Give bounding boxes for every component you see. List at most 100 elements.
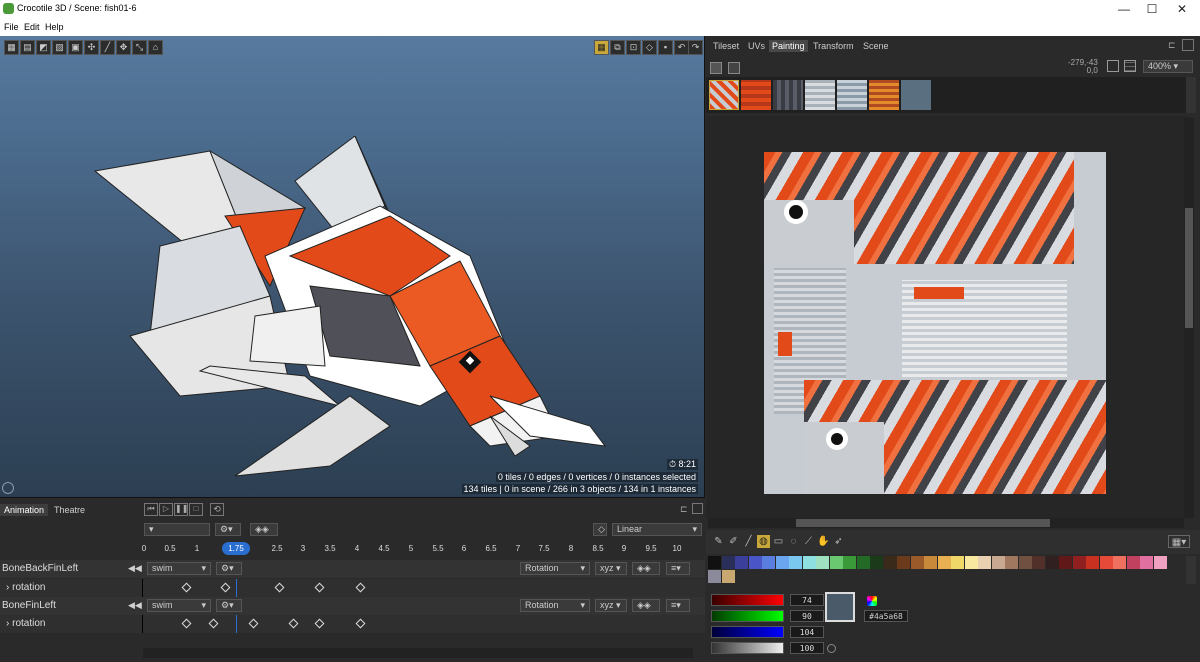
maximize-button[interactable]: ☐ — [1138, 0, 1166, 18]
tileset-thumb-1[interactable] — [709, 80, 739, 110]
track-keyframe-icon-1[interactable]: ◈◈ — [632, 562, 660, 575]
tileset-strip[interactable] — [706, 77, 1186, 113]
palette-swatch[interactable] — [708, 570, 721, 583]
draw-tile-icon[interactable]: ▤ — [20, 40, 35, 55]
palette-scrollbar[interactable] — [1186, 556, 1196, 584]
minimize-button[interactable]: — — [1110, 0, 1138, 18]
track-settings-icon-2[interactable]: ⚙▾ — [216, 599, 242, 612]
track-keyframe-icon-2[interactable]: ◈◈ — [632, 599, 660, 612]
loop-icon[interactable]: ⟲ — [210, 503, 224, 516]
vertex-icon[interactable]: ✣ — [84, 40, 99, 55]
anim-settings-icon[interactable]: ⚙▾ — [215, 523, 241, 536]
palette-swatch[interactable] — [910, 556, 924, 569]
green-slider[interactable] — [711, 610, 784, 622]
viewport-3d[interactable]: ▦ ▤ ◩ ▨ ▣ ✣ ╱ ✥ ⤡ ⌂ ▦ ⧉ ⊡ ◇ ▪ ↶ ↷ ⏱ 8:21… — [0, 36, 705, 497]
fill-icon[interactable]: ▨ — [52, 40, 67, 55]
track-axis-select-1[interactable]: xyz ▾ — [595, 562, 627, 575]
koi-fish-model[interactable] — [90, 136, 610, 486]
palette-swatch[interactable] — [897, 556, 910, 569]
palette-swatch[interactable] — [748, 556, 762, 569]
tileset-thumb-6[interactable] — [869, 80, 899, 110]
palette-swatch[interactable] — [991, 556, 1005, 569]
palette-swatch[interactable] — [856, 556, 870, 569]
tab-tileset[interactable]: Tileset — [710, 40, 742, 52]
palette-swatch[interactable] — [1005, 556, 1018, 569]
select-tiles-icon[interactable]: ▦ — [4, 40, 19, 55]
palette-swatch[interactable] — [1099, 556, 1113, 569]
undock-icon[interactable]: ⊏ — [1168, 40, 1176, 51]
palette-swatch[interactable] — [829, 556, 843, 569]
timeline-hscroll[interactable] — [143, 648, 693, 658]
pause-icon[interactable]: ❚❚ — [174, 503, 188, 516]
axis-gizmo-icon[interactable] — [2, 482, 14, 494]
color-wheel-icon[interactable] — [867, 596, 877, 606]
track-menu-icon-1[interactable]: ≡▾ — [666, 562, 690, 575]
alpha-value[interactable]: 100 — [790, 642, 824, 654]
palette-swatch[interactable] — [870, 556, 883, 569]
grid-icon[interactable] — [1124, 60, 1136, 72]
palette-swatch[interactable] — [1113, 556, 1126, 569]
palette-swatch[interactable] — [951, 556, 964, 569]
palette-swatch[interactable] — [775, 556, 789, 569]
hex-input[interactable]: #4a5a68 — [864, 610, 908, 622]
lasso-icon[interactable]: ◌ — [787, 535, 800, 548]
grid-toggle-icon[interactable]: ▦ — [594, 40, 609, 55]
palette-swatch[interactable] — [937, 556, 951, 569]
palette-swatch[interactable] — [1086, 556, 1099, 569]
tab-painting[interactable]: Painting — [769, 40, 808, 52]
track-anim-select-1[interactable]: swim ▾ — [147, 562, 211, 575]
zoom-select[interactable]: 400% ▾ — [1143, 60, 1193, 73]
playhead-time[interactable]: 1.75 — [222, 542, 250, 555]
cursor-icon[interactable]: ➶ — [832, 535, 845, 548]
edge-icon[interactable]: ╱ — [100, 40, 115, 55]
alpha-lock-icon[interactable] — [827, 644, 836, 653]
palette-swatch[interactable] — [1126, 556, 1140, 569]
palette-swatch[interactable] — [802, 556, 816, 569]
track-anim-select-2[interactable]: swim ▾ — [147, 599, 211, 612]
palette-swatch[interactable] — [1032, 556, 1045, 569]
prefab-icon[interactable]: ⌂ — [148, 40, 163, 55]
palette-menu-icon[interactable]: ▦▾ — [1168, 535, 1190, 548]
palette-swatch[interactable] — [964, 556, 978, 569]
palette-swatch[interactable] — [978, 556, 991, 569]
play-icon[interactable]: ▷ — [159, 503, 173, 516]
canvas-hscroll[interactable] — [708, 518, 1184, 528]
mute-icon-2[interactable]: ◀◀ — [128, 600, 142, 611]
tileset-thumb-4[interactable] — [805, 80, 835, 110]
tileset-thumb-3[interactable] — [773, 80, 803, 110]
anim-maximize-icon[interactable] — [692, 503, 703, 514]
palette-swatch[interactable] — [924, 556, 937, 569]
perspective-icon[interactable]: ◇ — [642, 40, 657, 55]
track-mode-select-1[interactable]: Rotation ▾ — [520, 562, 590, 575]
palette-swatch[interactable] — [762, 556, 775, 569]
alpha-slider[interactable] — [711, 642, 784, 654]
palette-swatch[interactable] — [789, 556, 802, 569]
blue-slider[interactable] — [711, 626, 784, 638]
redo-icon[interactable]: ↷ — [688, 40, 703, 55]
palette-swatch[interactable] — [1059, 556, 1072, 569]
menu-edit[interactable]: Edit — [24, 22, 40, 32]
interpolation-select[interactable]: Linear ▾ — [612, 523, 702, 536]
tileset-thumb-5[interactable] — [837, 80, 867, 110]
tileset-thumb-7[interactable] — [901, 80, 931, 110]
palette-swatch[interactable] — [1018, 556, 1032, 569]
track-settings-icon-1[interactable]: ⚙▾ — [216, 562, 242, 575]
canvas-vscroll[interactable] — [1184, 118, 1194, 518]
tileset-image-icon[interactable] — [710, 62, 722, 74]
green-value[interactable]: 90 — [790, 610, 824, 622]
close-button[interactable]: ✕ — [1168, 0, 1196, 18]
eyedropper-icon[interactable]: ⟋ — [802, 535, 815, 548]
tab-animation[interactable]: Animation — [0, 504, 49, 516]
palette-swatch[interactable] — [721, 556, 735, 569]
palette-swatch[interactable] — [721, 570, 735, 583]
mute-icon[interactable]: ◀◀ — [128, 563, 142, 574]
animation-select[interactable]: ▾ — [144, 523, 210, 536]
move-icon[interactable]: ✥ — [116, 40, 131, 55]
brush-icon[interactable]: ✐ — [727, 535, 740, 548]
box-icon[interactable]: ▣ — [68, 40, 83, 55]
tab-scene[interactable]: Scene — [860, 40, 892, 52]
red-value[interactable]: 74 — [790, 594, 824, 606]
track-mode-select-2[interactable]: Rotation ▾ — [520, 599, 590, 612]
tile-size-icon[interactable] — [1107, 60, 1119, 72]
track-menu-icon-2[interactable]: ≡▾ — [666, 599, 690, 612]
